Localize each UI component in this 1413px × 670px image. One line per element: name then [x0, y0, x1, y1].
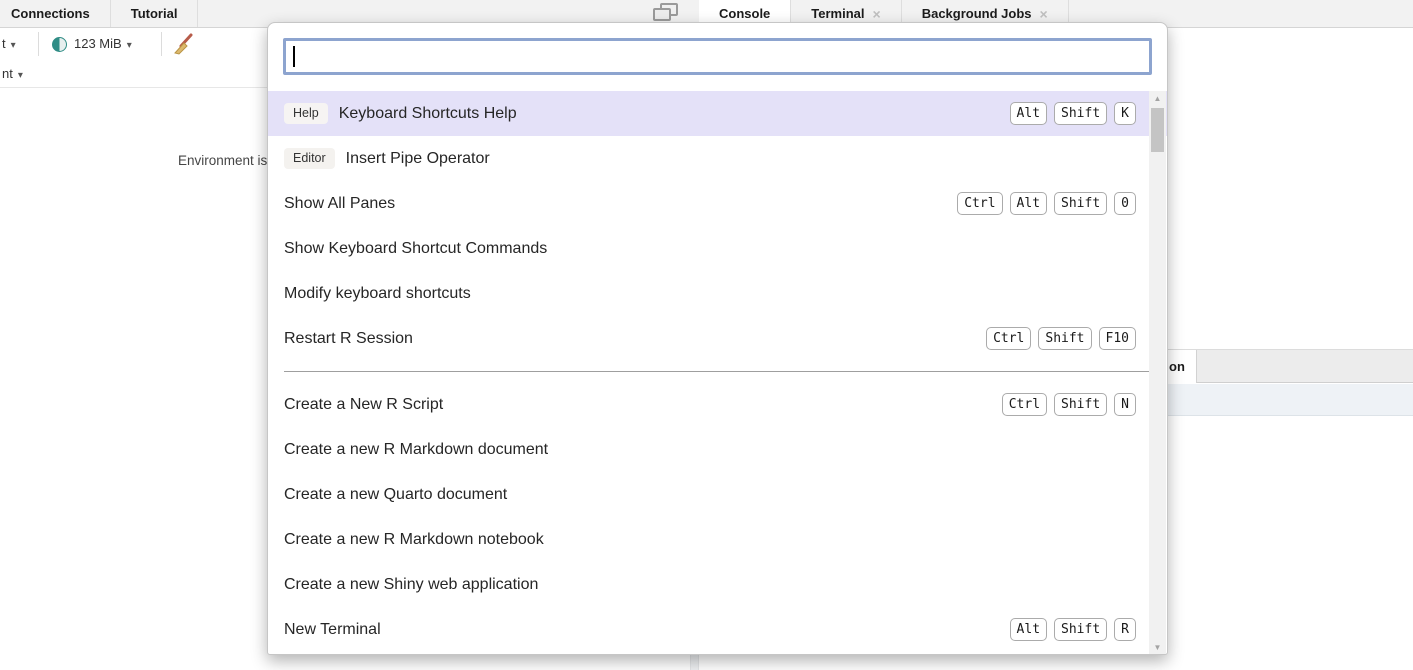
tab-presentation-clipped[interactable]: on	[1168, 350, 1197, 383]
keycap: N	[1114, 393, 1136, 417]
scrollbar-thumb[interactable]	[1151, 108, 1164, 152]
palette-item-label: Keyboard Shortcuts Help	[339, 105, 517, 123]
palette-item-label: Create a new R Markdown notebook	[284, 531, 544, 549]
tab-tutorial[interactable]: Tutorial	[111, 0, 199, 27]
import-dataset-dropdown[interactable]: t▾	[2, 36, 16, 51]
keycap: Alt	[1010, 618, 1047, 642]
palette-item[interactable]: Create a new Shiny web application	[268, 562, 1167, 607]
palette-item[interactable]: Editor Insert Pipe Operator	[268, 136, 1167, 181]
dropdown-arrow-icon: ▾	[127, 40, 132, 51]
restore-panes-icon[interactable]	[653, 3, 681, 23]
text-caret	[293, 46, 295, 67]
keycap: 0	[1114, 192, 1136, 216]
palette-item[interactable]: Restart R Session Ctrl Shift F10	[268, 316, 1167, 361]
environment-empty-text: Environment is	[178, 153, 267, 168]
keycap: R	[1114, 618, 1136, 642]
palette-item-scope-badge: Help	[284, 103, 328, 124]
keycap: K	[1114, 102, 1136, 126]
broom-icon[interactable]	[171, 32, 195, 56]
tab-label: Connections	[11, 1, 90, 27]
files-pane-tab-strip: on	[1168, 349, 1413, 383]
memory-pie-icon	[52, 37, 67, 52]
import-dataset-label: t	[2, 36, 6, 51]
tab-label: Tutorial	[131, 1, 178, 27]
scrollbar-down-icon[interactable]: ▼	[1149, 640, 1166, 655]
scrollbar-up-icon[interactable]: ▲	[1149, 91, 1166, 106]
keycap: Ctrl	[1002, 393, 1047, 417]
shortcut-keys: Ctrl Shift F10	[986, 327, 1136, 351]
keycap: Shift	[1054, 192, 1107, 216]
palette-item-label: Restart R Session	[284, 330, 413, 348]
palette-item[interactable]: Create a new R Markdown document	[268, 427, 1167, 472]
palette-item-label: Show All Panes	[284, 195, 395, 213]
global-environment-label: nt	[2, 66, 13, 81]
palette-search-wrap	[283, 38, 1152, 75]
palette-item[interactable]: Modify keyboard shortcuts	[268, 271, 1167, 316]
keycap: Ctrl	[986, 327, 1031, 351]
palette-item-label: Create a new R Markdown document	[284, 441, 548, 459]
palette-item[interactable]: Create a new R Markdown notebook	[268, 517, 1167, 562]
palette-item-label: Create a new Shiny web application	[284, 576, 538, 594]
keycap: Shift	[1038, 327, 1091, 351]
tab-connections[interactable]: Connections	[0, 0, 111, 27]
shortcut-keys: Ctrl Alt Shift 0	[957, 192, 1136, 216]
keycap: F10	[1099, 327, 1136, 351]
keycap: Shift	[1054, 393, 1107, 417]
palette-item[interactable]: Show All Panes Ctrl Alt Shift 0	[268, 181, 1167, 226]
toolbar-separator	[161, 32, 162, 56]
memory-usage-dropdown[interactable]: 123 MiB ▾	[74, 36, 132, 51]
palette-item-label: Create a new Quarto document	[284, 486, 507, 504]
toolbar-separator	[38, 32, 39, 56]
keycap: Ctrl	[957, 192, 1002, 216]
palette-item[interactable]: New Terminal Alt Shift R	[268, 607, 1167, 652]
palette-section-divider	[268, 361, 1167, 382]
divider-line	[284, 371, 1151, 372]
palette-item-label: Show Keyboard Shortcut Commands	[284, 240, 547, 258]
global-environment-dropdown[interactable]: nt ▾	[2, 66, 23, 81]
palette-item[interactable]: Show Keyboard Shortcut Commands	[268, 226, 1167, 271]
clipped-tab-label: on	[1169, 359, 1185, 374]
palette-item-label: Modify keyboard shortcuts	[284, 285, 471, 303]
palette-item-label: Insert Pipe Operator	[346, 150, 490, 168]
left-pane-tabs: Connections Tutorial	[0, 0, 198, 27]
palette-search-input[interactable]	[283, 38, 1152, 75]
palette-item[interactable]: Help Keyboard Shortcuts Help Alt Shift K	[268, 91, 1167, 136]
keycap: Alt	[1010, 102, 1047, 126]
palette-item-label: New Terminal	[284, 621, 381, 639]
restore-front-square	[653, 8, 671, 21]
keycap: Shift	[1054, 618, 1107, 642]
keycap: Alt	[1010, 192, 1047, 216]
dropdown-arrow-icon: ▾	[11, 40, 16, 51]
palette-item[interactable]: Create a New R Script Ctrl Shift N	[268, 382, 1167, 427]
shortcut-keys: Alt Shift R	[1010, 618, 1136, 642]
files-pane-toolbar	[1168, 384, 1413, 416]
palette-item[interactable]: Create a new Quarto document	[268, 472, 1167, 517]
palette-command-list: Help Keyboard Shortcuts Help Alt Shift K Edit…	[268, 91, 1167, 655]
memory-usage-label: 123 MiB	[74, 36, 122, 51]
dropdown-arrow-icon: ▾	[18, 70, 23, 81]
close-icon[interactable]: ×	[1040, 7, 1048, 21]
shortcut-keys: Ctrl Shift N	[1002, 393, 1136, 417]
keycap: Shift	[1054, 102, 1107, 126]
palette-item-label: Create a New R Script	[284, 396, 443, 414]
command-palette: Help Keyboard Shortcuts Help Alt Shift K Edit…	[267, 22, 1168, 655]
palette-scrollbar[interactable]: ▲ ▼	[1149, 91, 1166, 655]
shortcut-keys: Alt Shift K	[1010, 102, 1136, 126]
close-icon[interactable]: ×	[873, 7, 881, 21]
palette-item-scope-badge: Editor	[284, 148, 335, 169]
